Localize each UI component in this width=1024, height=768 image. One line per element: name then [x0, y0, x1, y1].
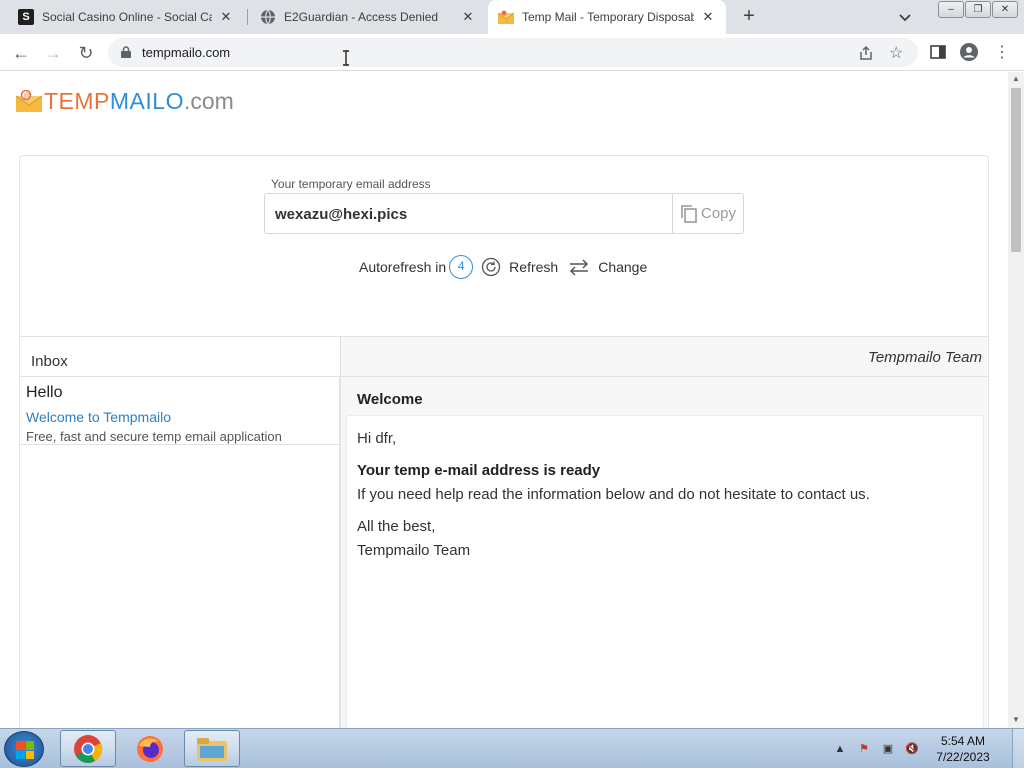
windows-logo-icon: [16, 741, 34, 759]
url-text: tempmailo.com: [142, 45, 231, 60]
inbox-list: Hello Welcome to Tempmailo Free, fast an…: [20, 377, 340, 728]
close-tab-icon[interactable]: ✕: [700, 9, 716, 25]
globe-icon: [260, 9, 276, 25]
social-casino-favicon-icon: S: [18, 9, 34, 25]
autorefresh-label: Autorefresh in: [359, 259, 447, 275]
change-label: Change: [598, 259, 648, 275]
message-line: If you need help read the information be…: [357, 486, 870, 503]
show-desktop-button[interactable]: [1012, 729, 1024, 768]
tab-title: E2Guardian - Access Denied: [284, 10, 439, 24]
inbox-title: Inbox: [31, 353, 68, 370]
action-center-flag-icon[interactable]: ⚑: [856, 741, 872, 757]
tab-temp-mail[interactable]: Temp Mail - Temporary Disposable ✕: [488, 0, 726, 34]
message-header: Tempmailo Team: [340, 336, 988, 377]
profile-avatar-icon[interactable]: [960, 43, 978, 61]
close-window-button[interactable]: ✕: [992, 1, 1018, 18]
message-sender: Tempmailo Team: [868, 349, 982, 366]
system-tray: ▲ ⚑ ▣ 🔇 5:54 AM 7/22/2023: [832, 729, 1024, 768]
tab-title: Temp Mail - Temporary Disposable: [522, 10, 694, 24]
refresh-label: Refresh: [509, 259, 559, 275]
taskbar-explorer-button[interactable]: [184, 730, 240, 767]
taskbar-chrome-button[interactable]: [60, 730, 116, 767]
envelope-icon: [498, 9, 514, 25]
mailbox-controls: Autorefresh in 4 Refresh Change: [359, 255, 657, 279]
back-button[interactable]: ←: [10, 42, 32, 64]
window-controls: – ❐ ✕: [938, 1, 1018, 18]
chrome-icon: [74, 734, 103, 763]
tab-social-casino[interactable]: S Social Casino Online - Social Casino ✕: [8, 0, 244, 34]
text-cursor-icon: [343, 50, 349, 66]
network-icon[interactable]: ▣: [880, 741, 896, 757]
message-signoff: All the best,: [357, 518, 436, 535]
scrollbar-thumb[interactable]: [1011, 88, 1021, 252]
restore-button[interactable]: ❐: [965, 1, 991, 18]
change-button[interactable]: Change: [568, 258, 647, 276]
inbox-item-preview: Free, fast and secure temp email applica…: [26, 429, 282, 444]
message-heading: Your temp e-mail address is ready: [357, 462, 601, 479]
firefox-icon: [137, 735, 163, 762]
reload-button[interactable]: ↻: [75, 42, 97, 64]
tab-search-chevron-icon[interactable]: [896, 8, 914, 26]
scroll-down-arrow-icon[interactable]: ▼: [1012, 715, 1020, 724]
taskbar-clock[interactable]: 5:54 AM 7/22/2023: [928, 733, 998, 765]
start-button[interactable]: [4, 731, 44, 767]
message-greeting: Hi dfr,: [357, 430, 397, 447]
copy-icon: [681, 204, 697, 223]
inbox-item-from: Hello: [26, 384, 63, 401]
email-address-value[interactable]: wexazu@hexi.pics: [275, 206, 407, 223]
message-body: Hi dfr, Your temp e-mail address is read…: [346, 415, 984, 728]
tab-divider: [247, 9, 248, 25]
refresh-button[interactable]: Refresh: [481, 257, 558, 277]
address-label: Your temporary email address: [271, 177, 431, 191]
refresh-icon: [482, 257, 501, 277]
close-tab-icon[interactable]: ✕: [218, 9, 234, 25]
copy-button[interactable]: Copy: [672, 194, 743, 233]
tab-e2guardian[interactable]: E2Guardian - Access Denied ✕: [250, 0, 486, 34]
new-tab-button[interactable]: +: [738, 5, 760, 27]
windows-taskbar: ▲ ⚑ ▣ 🔇 5:54 AM 7/22/2023: [0, 728, 1024, 768]
inbox-item-subject[interactable]: Welcome to Tempmailo: [26, 409, 171, 425]
page-scrollbar[interactable]: ▲ ▼: [1008, 72, 1024, 728]
volume-muted-icon[interactable]: 🔇: [904, 741, 920, 757]
address-bar[interactable]: tempmailo.com ☆: [108, 38, 918, 67]
tab-strip: S Social Casino Online - Social Casino ✕…: [0, 0, 1024, 34]
logo-text-com: .com: [183, 87, 234, 114]
scroll-up-arrow-icon[interactable]: ▲: [1012, 74, 1020, 83]
inbox-header: Inbox: [20, 336, 340, 377]
swap-arrows-icon: [570, 259, 589, 276]
menu-kebab-icon[interactable]: ⋮: [991, 42, 1013, 64]
svg-text:@: @: [23, 93, 30, 100]
message-subject: Welcome: [357, 391, 423, 408]
logo-text-mailo: MAILO: [109, 87, 184, 114]
autorefresh-counter: 4: [449, 255, 474, 279]
email-address-field[interactable]: wexazu@hexi.pics Copy: [264, 193, 744, 234]
lock-icon[interactable]: [121, 46, 131, 58]
tab-title: Social Casino Online - Social Casino: [42, 10, 212, 24]
close-tab-icon[interactable]: ✕: [460, 9, 476, 25]
share-icon[interactable]: [858, 45, 874, 61]
logo-envelope-icon: @: [16, 90, 42, 112]
show-hidden-icons-arrow-icon[interactable]: ▲: [832, 741, 848, 757]
tempmailo-logo[interactable]: @ TEMP MAILO .com: [16, 86, 234, 116]
list-item[interactable]: Hello Welcome to Tempmailo Free, fast an…: [20, 377, 340, 445]
minimize-button[interactable]: –: [938, 1, 964, 18]
message-pane: Welcome Hi dfr, Your temp e-mail address…: [340, 377, 988, 728]
message-signature: Tempmailo Team: [357, 542, 471, 559]
clock-time: 5:54 AM: [940, 734, 986, 748]
web-page: @ TEMP MAILO .com Your temporary email add…: [0, 72, 1008, 728]
logo-text-temp: TEMP: [44, 87, 110, 114]
clock-date: 7/22/2023: [936, 750, 990, 764]
taskbar-firefox-button[interactable]: [122, 730, 178, 767]
side-panel-icon[interactable]: [929, 43, 947, 61]
bookmark-star-icon[interactable]: ☆: [889, 43, 903, 63]
browser-toolbar: ← → ↻ tempmailo.com ☆ ⋮: [0, 34, 1024, 71]
folder-icon: [197, 737, 227, 761]
forward-button[interactable]: →: [42, 42, 64, 64]
copy-label: Copy: [700, 205, 737, 222]
